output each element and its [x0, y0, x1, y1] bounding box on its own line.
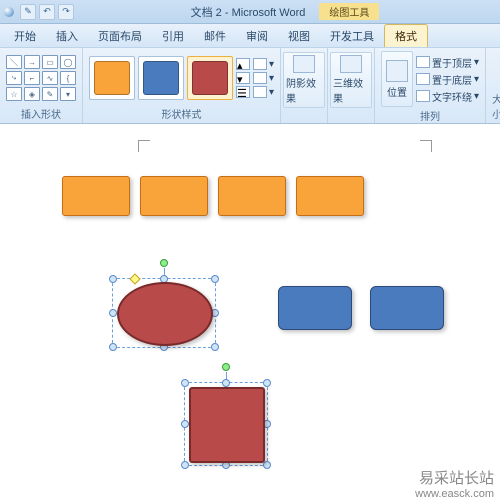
selection-ellipse[interactable]: [112, 278, 216, 348]
style-preset-2[interactable]: [138, 56, 184, 100]
position-button[interactable]: 位置: [381, 51, 413, 107]
rotate-handle-icon[interactable]: [222, 363, 230, 371]
group-size: 大小: [486, 48, 500, 123]
group-label-shadow: [283, 109, 325, 122]
rect-icon[interactable]: ▭: [42, 55, 58, 69]
style-preset-1[interactable]: [89, 56, 135, 100]
margin-corner-tr: [420, 140, 432, 152]
back-icon: [416, 73, 430, 85]
tab-references[interactable]: 引用: [152, 25, 194, 47]
group-label-insert-shape: 插入形状: [6, 105, 76, 122]
style-scroll[interactable]: ▴ ▾ ☰: [236, 58, 250, 98]
group-label-3d: [330, 109, 372, 122]
bring-to-front-button[interactable]: 置于顶层 ▾: [416, 55, 479, 70]
selection-square[interactable]: [184, 382, 268, 466]
oval-icon[interactable]: ◯: [60, 55, 76, 69]
freeform-icon[interactable]: ✎: [42, 87, 58, 101]
tab-page-layout[interactable]: 页面布局: [88, 25, 152, 47]
group-arrange: 位置 置于顶层 ▾ 置于底层 ▾ 文字环绕 ▾ 排列: [375, 48, 486, 123]
tab-format[interactable]: 格式: [384, 24, 428, 47]
shape-roundrect-blue-1[interactable]: [278, 286, 352, 330]
undo-icon[interactable]: ↶: [39, 4, 55, 20]
document-canvas[interactable]: 易采站长站www.easck.com: [0, 124, 500, 504]
curve-icon[interactable]: ∿: [42, 71, 58, 85]
shadow-effects-button[interactable]: 阴影效果: [283, 52, 325, 108]
shape-ellipse-red[interactable]: [117, 282, 213, 346]
brace-icon[interactable]: {: [60, 71, 76, 85]
more-styles-icon[interactable]: ☰: [236, 86, 250, 98]
watermark: 易采站长站www.easck.com: [415, 467, 494, 500]
shape-square-red[interactable]: [189, 387, 265, 463]
wrap-icon: [416, 90, 430, 102]
shape-rect-orange-2[interactable]: [140, 176, 208, 216]
shape-rect-orange-1[interactable]: [62, 176, 130, 216]
group-shape-styles: ▴ ▾ ☰ ▾ ▾ ▾ 形状样式: [83, 48, 281, 123]
group-label-size: 大小: [492, 90, 500, 122]
resize-handle[interactable]: [211, 275, 219, 283]
shape-roundrect-blue-2[interactable]: [370, 286, 444, 330]
quick-access-toolbar: ✎ ↶ ↷: [20, 4, 74, 20]
resize-handle[interactable]: [263, 379, 271, 387]
shape-rect-orange-3[interactable]: [218, 176, 286, 216]
resize-handle[interactable]: [109, 275, 117, 283]
margin-corner-tl: [138, 140, 150, 152]
shape-fill-button[interactable]: ▾: [253, 58, 274, 70]
shape-outline-button[interactable]: ▾: [253, 72, 274, 84]
resize-handle[interactable]: [109, 309, 117, 317]
group-label-shape-styles: 形状样式: [89, 105, 274, 122]
group-insert-shape: ＼ → ▭ ◯ ⤷ ⌐ ∿ { ☆ ◈ ✎ ▾ 插入形状: [0, 48, 83, 123]
3d-effects-button[interactable]: 三维效果: [330, 52, 372, 108]
front-icon: [416, 56, 430, 68]
resize-handle[interactable]: [181, 420, 189, 428]
tab-review[interactable]: 审阅: [236, 25, 278, 47]
resize-handle[interactable]: [263, 461, 271, 469]
title-bar: ✎ ↶ ↷ 文档 2 - Microsoft Word 绘图工具: [0, 0, 500, 24]
resize-handle[interactable]: [211, 343, 219, 351]
star-icon[interactable]: ☆: [6, 87, 22, 101]
office-orb-icon[interactable]: [4, 7, 14, 17]
tab-view[interactable]: 视图: [278, 25, 320, 47]
3d-icon: [340, 55, 362, 73]
rotate-handle-icon[interactable]: [160, 259, 168, 267]
ribbon: ＼ → ▭ ◯ ⤷ ⌐ ∿ { ☆ ◈ ✎ ▾ 插入形状 ▴ ▾: [0, 48, 500, 124]
text-wrap-button[interactable]: 文字环绕 ▾: [416, 89, 479, 104]
tab-mailings[interactable]: 邮件: [194, 25, 236, 47]
resize-handle[interactable]: [181, 461, 189, 469]
connector-icon[interactable]: ⤷: [6, 71, 22, 85]
callout-icon[interactable]: ◈: [24, 87, 40, 101]
resize-handle[interactable]: [222, 379, 230, 387]
save-icon[interactable]: ✎: [20, 4, 36, 20]
position-icon: [386, 60, 408, 82]
group-label-arrange: 排列: [381, 107, 479, 124]
scroll-down-icon[interactable]: ▾: [236, 72, 250, 84]
context-tab-header: 绘图工具: [319, 3, 379, 20]
elbow-icon[interactable]: ⌐: [24, 71, 40, 85]
line-icon[interactable]: ＼: [6, 55, 22, 69]
outline-icon: [253, 72, 267, 84]
shape-rect-orange-4[interactable]: [296, 176, 364, 216]
group-3d: 三维效果: [328, 48, 375, 123]
arrow-icon[interactable]: →: [24, 55, 40, 69]
adjust-handle[interactable]: [129, 273, 140, 284]
change-shape-button[interactable]: ▾: [253, 86, 274, 98]
resize-handle[interactable]: [109, 343, 117, 351]
tab-insert[interactable]: 插入: [46, 25, 88, 47]
scroll-up-icon[interactable]: ▴: [236, 58, 250, 70]
more-shapes-icon[interactable]: ▾: [60, 87, 76, 101]
resize-handle[interactable]: [181, 379, 189, 387]
window-title: 文档 2 - Microsoft Word 绘图工具: [74, 3, 496, 20]
change-shape-icon: [253, 86, 267, 98]
tab-home[interactable]: 开始: [4, 25, 46, 47]
group-shadow: 阴影效果: [281, 48, 328, 123]
tab-developer[interactable]: 开发工具: [320, 25, 384, 47]
ribbon-tabs: 开始 插入 页面布局 引用 邮件 审阅 视图 开发工具 格式: [0, 24, 500, 48]
fill-icon: [253, 58, 267, 70]
shadow-icon: [293, 55, 315, 73]
redo-icon[interactable]: ↷: [58, 4, 74, 20]
shape-gallery[interactable]: ＼ → ▭ ◯ ⤷ ⌐ ∿ { ☆ ◈ ✎ ▾: [6, 55, 76, 101]
send-to-back-button[interactable]: 置于底层 ▾: [416, 72, 479, 87]
style-preset-3-selected[interactable]: [187, 56, 233, 100]
